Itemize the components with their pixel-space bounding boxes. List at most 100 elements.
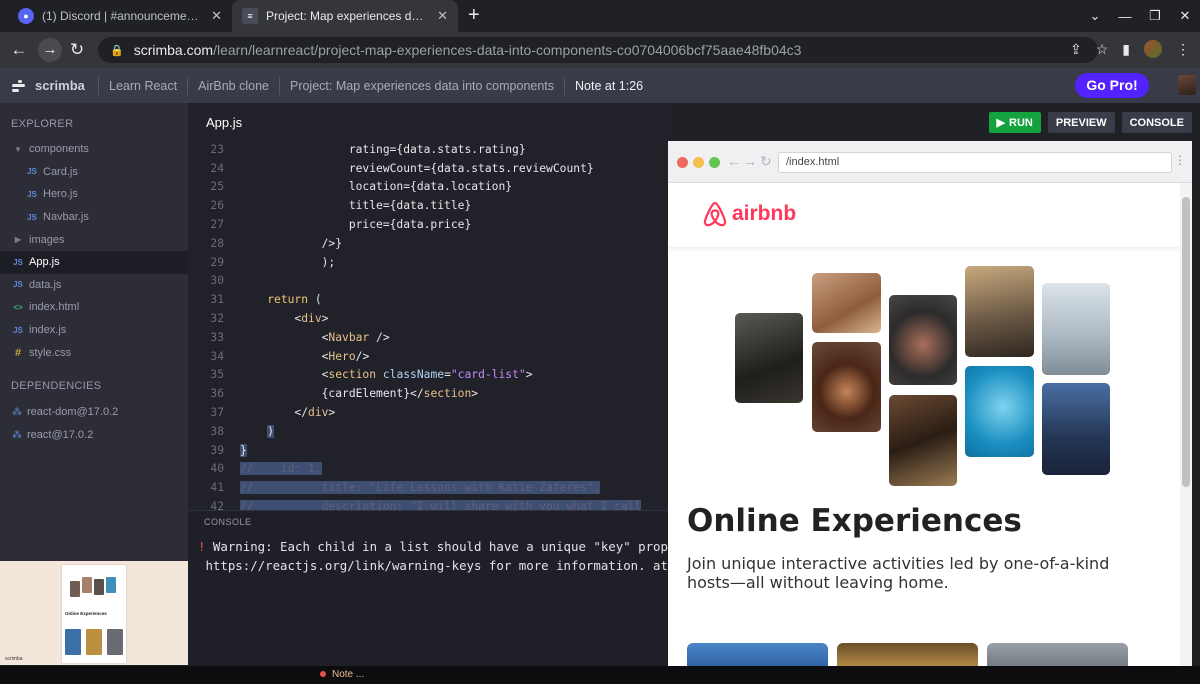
reload-icon[interactable]: ↻ [760, 153, 772, 170]
more-vert-icon[interactable]: ⋮ [1176, 41, 1190, 58]
code-line[interactable]: 32 <div> [188, 309, 668, 328]
scrollbar-thumb[interactable] [1182, 197, 1190, 487]
dependency-item[interactable]: ⁂ react-dom@17.0.2 [0, 401, 188, 424]
console-button[interactable]: CONSOLE [1121, 112, 1192, 133]
airbnb-logo[interactable]: airbnb [702, 200, 796, 228]
file-item[interactable]: JS Hero.js [0, 183, 188, 206]
line-number: 36 [210, 387, 224, 401]
code-line[interactable]: 24 reviewCount={data.stats.reviewCount} [188, 159, 668, 178]
experience-card-image[interactable] [687, 643, 828, 666]
code-line[interactable]: 35 <section className="card-list"> [188, 366, 668, 385]
package-icon: ⁂ [12, 429, 22, 441]
more-vert-icon[interactable]: ⋮ [1174, 153, 1186, 167]
code-line[interactable]: 37 </div> [188, 403, 668, 422]
star-icon[interactable]: ☆ [1096, 41, 1109, 58]
preview-thumbnail[interactable]: Online Experiences scrimba [0, 561, 188, 665]
breadcrumb-airbnb-clone[interactable]: AirBnb clone [187, 76, 279, 95]
file-item[interactable]: JS data.js [0, 274, 188, 297]
note-timestamp[interactable]: Note at 1:26 [564, 76, 653, 95]
browser-tab-strip: ● (1) Discord | #announcements | d ✕ ≡ P… [0, 0, 1200, 32]
forward-arrow-icon[interactable]: → [743, 153, 757, 169]
code-line[interactable]: 25 location={data.location} [188, 178, 668, 197]
line-text: price={data.price} [240, 218, 472, 232]
js-file-icon: JS [13, 257, 23, 267]
thumbnail-page: Online Experiences [62, 565, 126, 663]
code-line[interactable]: 40 // id: 1, [188, 460, 668, 479]
run-button[interactable]: ▶ RUN [988, 112, 1041, 133]
line-text: <div> [240, 312, 329, 326]
close-window-icon[interactable]: ✕ [1170, 8, 1200, 24]
breadcrumb-project[interactable]: Project: Map experiences data into compo… [278, 76, 564, 95]
explorer-title: EXPLORER [11, 118, 74, 130]
hero-photo-fireplace [812, 342, 881, 432]
line-number: 30 [210, 274, 224, 288]
line-number: 40 [210, 462, 224, 476]
code-area[interactable]: 23 rating={data.stats.rating} 24 reviewCo… [188, 140, 668, 510]
back-arrow-icon[interactable]: ← [4, 40, 34, 60]
file-item[interactable]: JS Navbar.js [0, 206, 188, 229]
file-item[interactable]: JS index.js [0, 319, 188, 342]
code-line[interactable]: 36 {cardElement}</section> [188, 384, 668, 403]
experience-card-image[interactable] [987, 643, 1128, 666]
code-line[interactable]: 27 price={data.price} [188, 215, 668, 234]
line-text: </div> [240, 406, 336, 420]
code-line[interactable]: 26 title={data.title} [188, 196, 668, 215]
folder-expanded-icon: ▼ [14, 144, 22, 154]
preview-url-field[interactable]: /index.html [778, 152, 1172, 173]
forward-arrow-icon[interactable]: → [38, 38, 62, 62]
file-label: Card.js [43, 165, 78, 178]
preview-scrollbar[interactable] [1180, 183, 1192, 666]
code-line[interactable]: 33 <Navbar /> [188, 328, 668, 347]
line-number: 33 [210, 330, 224, 344]
editor-tab-appjs[interactable]: App.js [206, 115, 242, 130]
code-line[interactable]: 30 [188, 272, 668, 291]
back-arrow-icon[interactable]: ← [727, 153, 741, 169]
restore-icon[interactable]: ❐ [1140, 8, 1170, 24]
close-tab-icon[interactable]: ✕ [437, 8, 448, 24]
file-item[interactable]: JS Card.js [0, 161, 188, 184]
airbnb-belo-icon [703, 201, 727, 227]
thumb-card [86, 629, 102, 655]
file-item[interactable]: JS App.js [0, 250, 188, 274]
file-item[interactable]: ▼ components [0, 138, 188, 161]
code-line[interactable]: 39} [188, 441, 668, 460]
reload-icon[interactable]: ↻ [62, 40, 92, 60]
hero-photo-swimming [965, 366, 1034, 457]
sidepanel-icon[interactable]: ▮ [1122, 41, 1130, 58]
code-line[interactable]: 28 />} [188, 234, 668, 253]
tab-scrimba[interactable]: ≡ Project: Map experiences data int ✕ [232, 0, 458, 32]
scrimba-logo[interactable]: scrimba [12, 78, 98, 93]
breadcrumb-learn-react[interactable]: Learn React [98, 76, 187, 95]
chevron-down-icon[interactable]: ⌄ [1080, 8, 1110, 24]
url-bar[interactable]: 🔒 scrimba.com/learn/learnreact/project-m… [98, 37, 1098, 63]
plus-icon[interactable]: + [468, 5, 480, 25]
close-tab-icon[interactable]: ✕ [211, 8, 222, 24]
minimize-icon[interactable]: — [1110, 9, 1140, 24]
profile-avatar[interactable] [1144, 40, 1162, 58]
scrimba-favicon-icon: ≡ [242, 8, 258, 24]
code-line[interactable]: 23 rating={data.stats.rating} [188, 140, 668, 159]
preview-button[interactable]: PREVIEW [1047, 112, 1115, 133]
file-item[interactable]: <> index.html [0, 296, 188, 319]
dependency-item[interactable]: ⁂ react@17.0.2 [0, 424, 188, 447]
minimize-dot [693, 157, 704, 168]
code-editor[interactable]: App.js 23 rating={data.stats.rating} 24 r… [188, 103, 668, 510]
code-line[interactable]: 41 // title: "Life Lessons with Katie Zaf… [188, 478, 668, 497]
user-avatar[interactable] [1178, 75, 1196, 95]
code-line[interactable]: 34 <Hero/> [188, 347, 668, 366]
file-item[interactable]: ▶ images [0, 228, 188, 251]
file-item[interactable]: # style.css [0, 341, 188, 364]
file-list: ▼ components JS Card.js JS Hero.js JS Navbar.js… [0, 138, 188, 364]
go-pro-button[interactable]: Go Pro! [1075, 73, 1149, 98]
line-number: 42 [210, 500, 224, 510]
footer-note[interactable]: Note ... [320, 669, 364, 680]
code-line[interactable]: 29 ); [188, 253, 668, 272]
tab-discord[interactable]: ● (1) Discord | #announcements | d ✕ [8, 0, 232, 32]
code-line[interactable]: 42 // description: "I will share with you… [188, 497, 668, 510]
experience-card-image[interactable] [837, 643, 978, 666]
code-line[interactable]: 31 return ( [188, 290, 668, 309]
html-file-icon: <> [13, 302, 23, 312]
line-text: <section className="card-list"> [240, 368, 533, 382]
share-icon[interactable]: ⇪ [1070, 41, 1082, 58]
code-line[interactable]: 38 ) [188, 422, 668, 441]
